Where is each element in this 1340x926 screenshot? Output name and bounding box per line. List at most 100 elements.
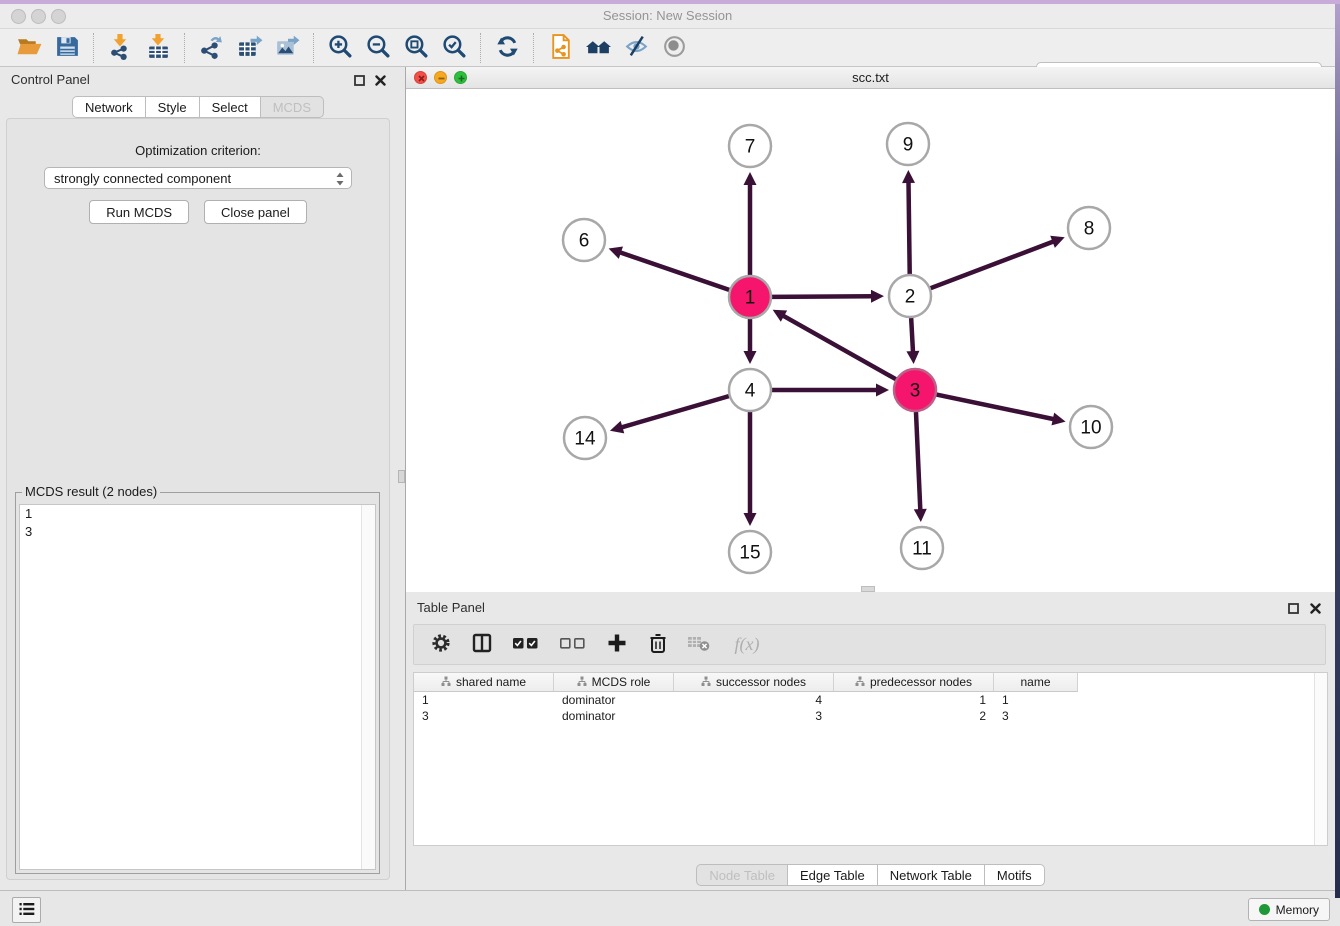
column-header-mcds-role[interactable]: MCDS role	[554, 673, 674, 692]
close-table-panel-icon[interactable]	[1310, 602, 1321, 617]
vertical-splitter[interactable]	[396, 67, 406, 890]
fx-icon: f(x)	[735, 634, 760, 655]
edge-2-8[interactable]	[931, 241, 1055, 288]
node-label-2: 2	[905, 287, 916, 308]
criterion-select-value: strongly connected component	[54, 171, 231, 186]
toolbar-separator	[184, 33, 185, 63]
zoom-fit-icon	[403, 33, 430, 63]
open-folder-icon	[16, 33, 43, 63]
edge-3-10[interactable]	[937, 395, 1055, 420]
trash-icon	[647, 632, 669, 657]
edge-1-2[interactable]	[772, 296, 873, 297]
table-tab-node-table[interactable]: Node Table	[696, 864, 788, 886]
criterion-select[interactable]: strongly connected component	[44, 167, 352, 189]
import-network-button[interactable]	[101, 32, 139, 64]
cell-mcds-role: dominator	[554, 709, 674, 723]
table-row-2[interactable]: 3dominator323	[414, 708, 1327, 724]
task-history-button[interactable]	[12, 897, 41, 923]
column-header-label: predecessor nodes	[870, 675, 972, 689]
column-type-icon	[701, 675, 711, 689]
unselect-all-button[interactable]	[558, 633, 588, 657]
hide-eye-icon	[623, 33, 650, 63]
network-canvas[interactable]: 7968124314101511	[406, 89, 1335, 592]
column-header-shared-name[interactable]: shared name	[414, 673, 554, 692]
table-tab-edge-table[interactable]: Edge Table	[788, 864, 878, 886]
edge-3-11[interactable]	[916, 412, 920, 511]
result-scrollbar[interactable]	[361, 505, 375, 869]
float-panel-icon[interactable]	[354, 74, 365, 89]
node-label-11: 11	[912, 539, 932, 560]
table-scrollbar[interactable]	[1314, 673, 1327, 845]
close-panel-icon[interactable]	[375, 74, 386, 89]
export-network-button[interactable]	[192, 32, 230, 64]
control-tab-mcds[interactable]: MCDS	[261, 96, 324, 118]
zoom-selected-button[interactable]	[435, 32, 473, 64]
edge-2-9[interactable]	[908, 181, 909, 274]
show-columns-button[interactable]	[470, 633, 494, 657]
toolbar-separator	[93, 33, 94, 63]
hide-selected-button[interactable]	[617, 32, 655, 64]
delete-table-button[interactable]	[687, 633, 711, 657]
edge-2-3[interactable]	[911, 318, 913, 353]
memory-label: Memory	[1276, 903, 1319, 917]
table-settings-button[interactable]	[429, 633, 453, 657]
mcds-tab-content: Optimization criterion: strongly connect…	[6, 118, 390, 880]
column-type-icon	[441, 675, 451, 689]
zoom-out-button[interactable]	[359, 32, 397, 64]
apply-layout-button[interactable]	[488, 32, 526, 64]
cell-successor-nodes: 3	[674, 709, 834, 723]
function-builder-button[interactable]: f(x)	[728, 633, 766, 657]
edge-arrow-3-11	[914, 509, 927, 522]
import-table-button[interactable]	[139, 32, 177, 64]
mcds-result-group: MCDS result (2 nodes) 13	[15, 492, 380, 874]
first-neighbors-button[interactable]	[579, 32, 617, 64]
zoom-fit-button[interactable]	[397, 32, 435, 64]
import-network-icon	[107, 33, 134, 63]
column-header-successor-nodes[interactable]: successor nodes	[674, 673, 834, 692]
new-network-button[interactable]	[541, 32, 579, 64]
select-arrows-icon	[334, 170, 346, 191]
export-table-button[interactable]	[230, 32, 268, 64]
node-label-1: 1	[745, 288, 756, 309]
memory-button[interactable]: Memory	[1248, 898, 1330, 921]
close-panel-button[interactable]: Close panel	[204, 200, 307, 224]
refresh-icon	[494, 33, 521, 63]
mcds-result-list[interactable]: 13	[19, 504, 376, 870]
column-header-predecessor-nodes[interactable]: predecessor nodes	[834, 673, 994, 692]
run-mcds-button[interactable]: Run MCDS	[89, 200, 189, 224]
edge-1-6[interactable]	[619, 252, 729, 290]
export-image-button[interactable]	[268, 32, 306, 64]
cell-shared-name: 3	[414, 709, 554, 723]
node-label-3: 3	[910, 381, 921, 402]
table-header-row: shared nameMCDS role successor nodes prede…	[414, 673, 1327, 692]
column-header-label: successor nodes	[716, 675, 806, 689]
edge-3-1[interactable]	[782, 315, 896, 379]
cell-predecessor-nodes: 1	[834, 693, 994, 707]
splitter-handle[interactable]	[398, 470, 405, 483]
table-tab-motifs[interactable]: Motifs	[985, 864, 1045, 886]
add-column-button[interactable]	[605, 633, 629, 657]
node-label-15: 15	[739, 543, 760, 564]
edge-4-14[interactable]	[621, 396, 729, 428]
table-type-tabs: Node TableEdge TableNetwork TableMotifs	[406, 864, 1335, 886]
control-panel-tabs: NetworkStyleSelectMCDS	[0, 96, 396, 118]
network-view-window: scc.txt 7968124314101511	[406, 67, 1335, 592]
zoom-in-button[interactable]	[321, 32, 359, 64]
edge-arrow-4-3	[876, 384, 889, 397]
network-window-titlebar[interactable]: scc.txt	[406, 67, 1335, 89]
delete-column-button[interactable]	[646, 633, 670, 657]
open-session-button[interactable]	[10, 32, 48, 64]
control-tab-style[interactable]: Style	[146, 96, 200, 118]
column-header-name[interactable]: name	[994, 673, 1078, 692]
table-row-1[interactable]: 1dominator411	[414, 692, 1327, 708]
mcds-result-title: MCDS result (2 nodes)	[22, 484, 160, 499]
table-tab-network-table[interactable]: Network Table	[878, 864, 985, 886]
control-tab-network[interactable]: Network	[72, 96, 146, 118]
float-table-panel-icon[interactable]	[1288, 602, 1299, 617]
import-table-icon	[145, 33, 172, 63]
edge-arrow-4-14	[610, 421, 624, 433]
select-all-button[interactable]	[511, 633, 541, 657]
save-session-button[interactable]	[48, 32, 86, 64]
control-tab-select[interactable]: Select	[200, 96, 261, 118]
show-all-button[interactable]	[655, 32, 693, 64]
